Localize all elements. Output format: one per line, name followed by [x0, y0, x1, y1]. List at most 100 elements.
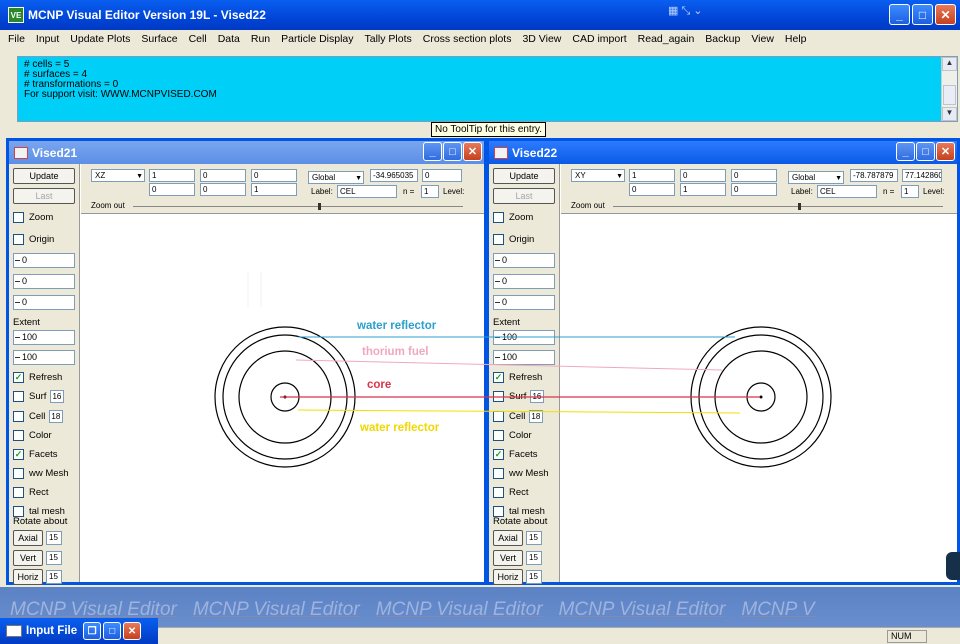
menu-view[interactable]: View	[751, 33, 774, 45]
coord-value-field-2[interactable]: 0	[422, 169, 462, 182]
menu-file[interactable]: File	[8, 33, 25, 45]
menu-read-again[interactable]: Read_again	[638, 33, 695, 45]
last-button[interactable]: Last	[13, 188, 75, 204]
color-checkbox[interactable]: Color	[493, 428, 532, 442]
minimize-button[interactable]: _	[896, 142, 915, 161]
update-button[interactable]: Update	[493, 168, 555, 184]
surf-checkbox[interactable]: Surf 16	[493, 389, 545, 403]
basis-field-6[interactable]: 1	[251, 183, 297, 196]
checkbox-box[interactable]: ✓	[493, 448, 504, 460]
minimize-button[interactable]: _	[423, 142, 442, 161]
extent-v-field[interactable]: 100	[493, 350, 555, 365]
cell-size-field[interactable]: 18	[529, 409, 544, 423]
axial-angle-field[interactable]: 15	[46, 531, 62, 545]
slider-knob[interactable]	[798, 203, 801, 210]
basis-field-6[interactable]: 0	[731, 183, 777, 196]
checkbox-box[interactable]	[493, 467, 504, 479]
plane-select[interactable]: XY ▼	[571, 169, 625, 182]
menu-run[interactable]: Run	[251, 33, 270, 45]
checkbox-box[interactable]: ✓	[13, 448, 24, 460]
surf-checkbox[interactable]: Surf 16	[13, 389, 65, 403]
ww-mesh-checkbox[interactable]: ww Mesh	[13, 466, 69, 480]
label-field[interactable]: CEL	[817, 185, 877, 198]
menu-3d-view[interactable]: 3D View	[522, 33, 561, 45]
zoom-slider[interactable]	[613, 203, 943, 210]
origin-x-field[interactable]: 0	[13, 253, 75, 268]
horiz-button[interactable]: Horiz	[13, 569, 43, 585]
basis-field-2[interactable]: 0	[680, 169, 726, 182]
maximize-button[interactable]: □	[916, 142, 935, 161]
checkbox-box[interactable]	[13, 486, 24, 498]
zoom-checkbox[interactable]: Zoom	[13, 210, 53, 224]
horiz-button[interactable]: Horiz	[493, 569, 523, 585]
basis-field-2[interactable]: 0	[200, 169, 246, 182]
extent-v-field[interactable]: 100	[13, 350, 75, 365]
cell-size-field[interactable]: 18	[49, 409, 64, 423]
scroll-thumb[interactable]	[943, 85, 956, 105]
info-scrollbar[interactable]: ▲ ▼	[941, 57, 957, 121]
vert-button[interactable]: Vert	[13, 550, 43, 566]
surf-size-field[interactable]: 16	[50, 389, 65, 403]
maximize-button[interactable]: □	[912, 4, 933, 25]
coord-select[interactable]: Global ▼	[788, 171, 844, 184]
scroll-down-icon[interactable]: ▼	[942, 107, 957, 121]
menu-cell[interactable]: Cell	[189, 33, 207, 45]
menu-particle-display[interactable]: Particle Display	[281, 33, 353, 45]
restore-button[interactable]: ❐	[83, 622, 102, 640]
checkbox-box[interactable]	[493, 211, 504, 223]
basis-field-1[interactable]: 1	[149, 169, 195, 182]
extent-h-field[interactable]: 100	[13, 330, 75, 345]
checkbox-box[interactable]	[493, 429, 504, 441]
origin-checkbox[interactable]: Origin	[13, 232, 54, 246]
origin-z-field[interactable]: 0	[13, 295, 75, 310]
last-button[interactable]: Last	[493, 188, 555, 204]
basis-field-3[interactable]: 0	[251, 169, 297, 182]
menu-update-plots[interactable]: Update Plots	[70, 33, 130, 45]
checkbox-box[interactable]	[493, 233, 504, 245]
basis-field-5[interactable]: 0	[200, 183, 246, 196]
origin-x-field[interactable]: 0	[493, 253, 555, 268]
close-button[interactable]: ✕	[935, 4, 956, 25]
menu-data[interactable]: Data	[218, 33, 240, 45]
maximize-button[interactable]: □	[443, 142, 462, 161]
cell-checkbox[interactable]: Cell 18	[13, 409, 64, 423]
menu-tally-plots[interactable]: Tally Plots	[365, 33, 412, 45]
menu-cross-section-plots[interactable]: Cross section plots	[423, 33, 512, 45]
surf-size-field[interactable]: 16	[530, 389, 545, 403]
input-file-minimized-window[interactable]: Input File ❐ □ ✕	[0, 618, 158, 644]
rect-checkbox[interactable]: Rect	[13, 485, 49, 499]
facets-checkbox[interactable]: ✓ Facets	[493, 447, 538, 461]
horiz-angle-field[interactable]: 15	[526, 570, 542, 584]
close-button[interactable]: ✕	[936, 142, 955, 161]
menu-backup[interactable]: Backup	[705, 33, 740, 45]
checkbox-box[interactable]	[13, 429, 24, 441]
basis-field-5[interactable]: 1	[680, 183, 726, 196]
close-button[interactable]: ✕	[123, 622, 142, 640]
vised21-plot-area[interactable]	[81, 215, 484, 582]
origin-y-field[interactable]: 0	[13, 274, 75, 289]
menu-input[interactable]: Input	[36, 33, 59, 45]
vised22-plot-area[interactable]	[561, 215, 957, 582]
axial-button[interactable]: Axial	[13, 530, 43, 546]
refresh-checkbox[interactable]: ✓ Refresh	[493, 370, 542, 384]
vert-button[interactable]: Vert	[493, 550, 523, 566]
refresh-checkbox[interactable]: ✓ Refresh	[13, 370, 62, 384]
coord-value-field-2[interactable]: 77.1428606	[902, 169, 942, 182]
plane-select[interactable]: XZ ▼	[91, 169, 145, 182]
basis-field-3[interactable]: 0	[731, 169, 777, 182]
checkbox-box[interactable]: ✓	[493, 371, 504, 383]
checkbox-box[interactable]	[13, 505, 24, 517]
checkbox-box[interactable]	[13, 390, 24, 402]
menu-surface[interactable]: Surface	[141, 33, 177, 45]
checkbox-box[interactable]	[13, 467, 24, 479]
menu-cad-import[interactable]: CAD import	[572, 33, 626, 45]
zoom-checkbox[interactable]: Zoom	[493, 210, 533, 224]
checkbox-box[interactable]	[13, 233, 24, 245]
axial-angle-field[interactable]: 15	[526, 531, 542, 545]
n-field[interactable]: 1	[901, 185, 919, 198]
horiz-angle-field[interactable]: 15	[46, 570, 62, 584]
vised21-title-bar[interactable]: Vised21 _ □ ✕	[9, 141, 484, 164]
checkbox-box[interactable]	[493, 410, 504, 422]
ww-mesh-checkbox[interactable]: ww Mesh	[493, 466, 549, 480]
vised22-title-bar[interactable]: Vised22 _ □ ✕	[489, 141, 957, 164]
